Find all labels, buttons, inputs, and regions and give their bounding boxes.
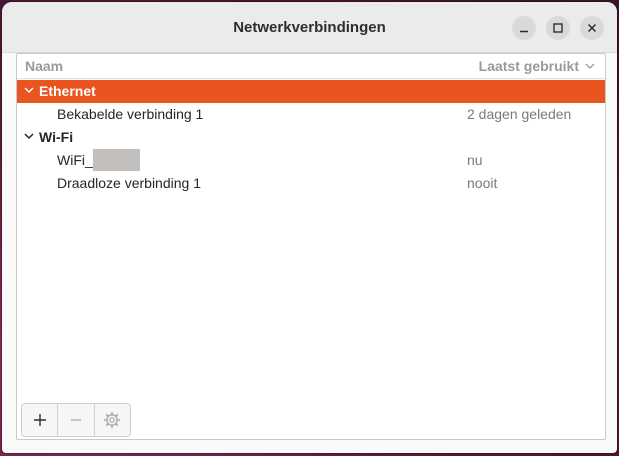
connection-row[interactable]: Bekabelde verbinding 1 2 dagen geleden: [17, 103, 605, 126]
connection-last-used: nooit: [467, 175, 498, 191]
expander-chevron-down-icon[interactable]: [24, 133, 34, 140]
connection-name: Draadloze verbinding 1: [57, 175, 201, 191]
column-header-name[interactable]: Naam: [25, 54, 63, 79]
bottom-toolbar: [21, 403, 131, 437]
maximize-button[interactable]: [546, 16, 570, 40]
remove-connection-button[interactable]: [58, 404, 95, 436]
sort-chevron-down-icon: [585, 63, 595, 69]
redacted-ssid-block: [92, 148, 140, 171]
connection-name: WiFi_: [57, 152, 93, 168]
add-connection-button[interactable]: [22, 404, 59, 436]
column-header-last-used[interactable]: Laatst gebruikt: [479, 54, 595, 79]
connections-list: Naam Laatst gebruikt Ethernet Bekabelde …: [16, 53, 606, 440]
group-label-ethernet: Ethernet: [39, 83, 96, 99]
group-label-wifi: Wi-Fi: [39, 129, 74, 145]
minimize-button[interactable]: [512, 16, 536, 40]
connection-row[interactable]: Draadloze verbinding 1 nooit: [17, 172, 605, 195]
minus-icon: [70, 419, 81, 421]
close-button[interactable]: [580, 16, 604, 40]
gear-icon: [104, 411, 121, 429]
group-row-ethernet[interactable]: Ethernet: [17, 80, 605, 103]
maximize-icon: [553, 23, 563, 33]
connection-name: Bekabelde verbinding 1: [57, 106, 204, 122]
edit-connection-button[interactable]: [95, 404, 130, 436]
connection-name-wrapper: WiFi_: [57, 148, 140, 172]
plus-icon: [33, 414, 46, 426]
expander-chevron-down-icon[interactable]: [24, 87, 34, 94]
minimize-icon: [520, 30, 528, 33]
connection-row[interactable]: WiFi_ nu: [17, 148, 605, 172]
close-icon: [587, 23, 597, 33]
titlebar: Netwerkverbindingen: [2, 2, 617, 53]
column-header-last-used-label: Laatst gebruikt: [478, 58, 579, 74]
group-row-wifi[interactable]: Wi-Fi: [17, 126, 605, 149]
list-header: Naam Laatst gebruikt: [17, 54, 605, 79]
network-connections-window: Netwerkverbindingen Naam Laatst gebruikt: [2, 2, 617, 453]
connection-last-used: 2 dagen geleden: [467, 106, 572, 122]
connection-last-used: nu: [467, 152, 483, 168]
